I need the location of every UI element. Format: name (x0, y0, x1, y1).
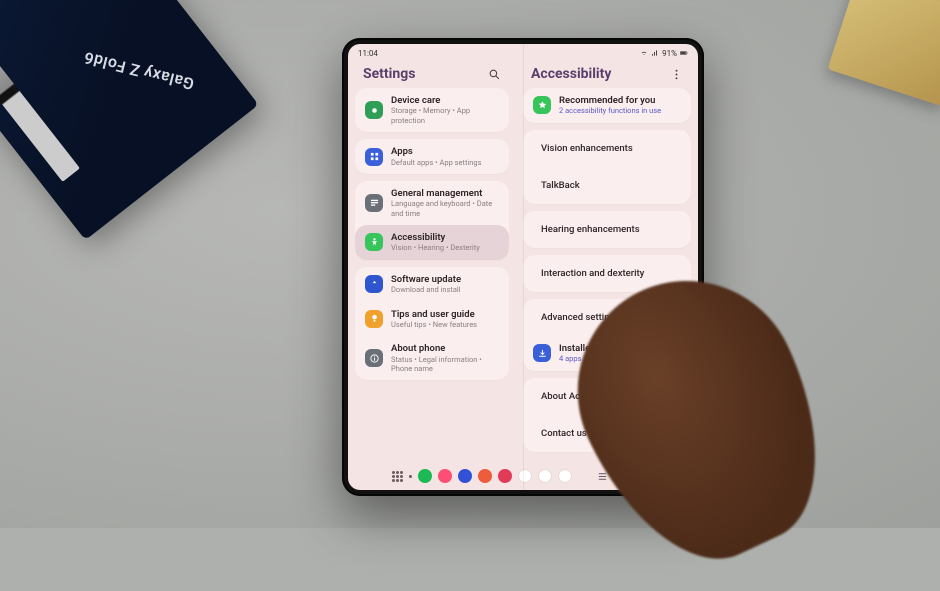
item-vision-enhancements[interactable]: Vision enhancements (523, 130, 691, 167)
product-box-label: Galaxy Z Fold6 (82, 48, 196, 94)
settings-pane: Settings Device care Storage • Memory • … (348, 62, 516, 466)
item-title: Tips and user guide (391, 309, 477, 320)
item-title: About phone (391, 343, 499, 354)
item-hearing-enhancements[interactable]: Hearing enhancements (523, 211, 691, 248)
item-texts: Device care Storage • Memory • App prote… (391, 95, 499, 125)
item-sub: Vision • Hearing • Dexterity (391, 243, 480, 252)
item-title: Contact us (541, 428, 587, 439)
accessibility-header: Accessibility (523, 62, 691, 88)
taskbar-app-playstore[interactable] (538, 469, 552, 483)
item-texts: Accessibility Vision • Hearing • Dexteri… (391, 232, 480, 253)
recommended-icon (533, 96, 551, 114)
group-apps: Apps Default apps • App settings (355, 139, 509, 174)
more-icon[interactable] (670, 68, 683, 81)
item-sub: Status • Legal information • Phone name (391, 355, 499, 374)
item-device-care[interactable]: Device care Storage • Memory • App prote… (355, 88, 509, 132)
item-title: Recommended for you (559, 95, 661, 106)
item-texts: About phone Status • Legal information •… (391, 343, 499, 373)
wifi-icon (640, 49, 648, 57)
item-title: TalkBack (541, 180, 580, 191)
item-title: Interaction and dexterity (541, 268, 644, 279)
battery-icon (680, 49, 688, 57)
item-general-management[interactable]: General management Language and keyboard… (355, 181, 509, 225)
item-title: Software update (391, 274, 461, 285)
status-time: 11:04 (358, 49, 378, 58)
accessibility-icon (365, 233, 383, 251)
software-update-icon (365, 275, 383, 293)
item-title: Accessibility (391, 232, 480, 243)
item-accessibility[interactable]: Accessibility Vision • Hearing • Dexteri… (355, 225, 509, 260)
item-sub: Language and keyboard • Date and time (391, 199, 499, 218)
device-care-icon (365, 101, 383, 119)
signal-icon (651, 49, 659, 57)
status-right: 91% (640, 49, 688, 58)
apps-icon (365, 148, 383, 166)
item-sub: Storage • Memory • App protection (391, 106, 499, 125)
item-texts: Software update Download and install (391, 274, 461, 295)
status-bar: 11:04 91% (348, 44, 698, 62)
tips-icon (365, 310, 383, 328)
taskbar-app-gallery[interactable] (498, 469, 512, 483)
taskbar-app-youtube[interactable] (518, 469, 532, 483)
group-about: Software update Download and install Tip… (355, 267, 509, 381)
taskbar-app-phone[interactable] (418, 469, 432, 483)
settings-header: Settings (355, 62, 509, 88)
settings-title: Settings (363, 66, 415, 82)
item-talkback[interactable]: TalkBack (523, 167, 691, 204)
group-device-care: Device care Storage • Memory • App prote… (355, 88, 509, 132)
group-recommended: Recommended for you 2 accessibility func… (523, 88, 691, 123)
item-texts: General management Language and keyboard… (391, 188, 499, 218)
group-vision: Vision enhancements TalkBack (523, 130, 691, 204)
taskbar-app-chrome[interactable] (558, 469, 572, 483)
general-management-icon (365, 194, 383, 212)
status-battery-text: 91% (662, 49, 677, 58)
taskbar-app-notes[interactable] (478, 469, 492, 483)
all-apps-button[interactable] (392, 471, 403, 482)
group-general-accessibility: General management Language and keyboard… (355, 181, 509, 260)
item-tips[interactable]: Tips and user guide Useful tips • New fe… (355, 302, 509, 337)
item-title: Device care (391, 95, 499, 106)
group-hearing: Hearing enhancements (523, 211, 691, 248)
item-sub: Default apps • App settings (391, 158, 481, 167)
item-texts: Recommended for you 2 accessibility func… (559, 95, 661, 116)
item-software-update[interactable]: Software update Download and install (355, 267, 509, 302)
item-title: General management (391, 188, 499, 199)
item-texts: Apps Default apps • App settings (391, 146, 481, 167)
item-about-phone[interactable]: About phone Status • Legal information •… (355, 336, 509, 380)
item-sub: Download and install (391, 285, 461, 294)
item-recommended[interactable]: Recommended for you 2 accessibility func… (523, 88, 691, 123)
item-sub: Useful tips • New features (391, 320, 477, 329)
accessibility-title: Accessibility (531, 66, 611, 82)
installed-apps-icon (533, 344, 551, 362)
taskbar-divider (409, 475, 412, 478)
taskbar-app-health[interactable] (438, 469, 452, 483)
search-icon[interactable] (488, 68, 501, 81)
taskbar-app-bixby[interactable] (458, 469, 472, 483)
item-apps[interactable]: Apps Default apps • App settings (355, 139, 509, 174)
about-phone-icon (365, 349, 383, 367)
item-title: Vision enhancements (541, 143, 633, 154)
item-title: Apps (391, 146, 481, 157)
item-sub: 2 accessibility functions in use (559, 106, 661, 115)
item-title: Hearing enhancements (541, 224, 640, 235)
item-texts: Tips and user guide Useful tips • New fe… (391, 309, 477, 330)
